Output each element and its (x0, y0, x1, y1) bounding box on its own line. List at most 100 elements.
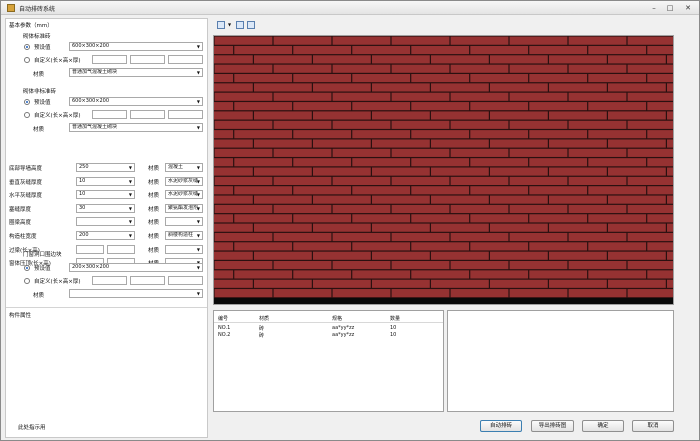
brick (352, 214, 411, 223)
export-button[interactable]: 导出排砖图 (531, 420, 574, 432)
param-value-select[interactable]: 10 ▼ (76, 176, 135, 186)
brick (214, 279, 253, 288)
brick (234, 74, 293, 83)
ok-button[interactable]: 确定 (582, 420, 624, 432)
brick (214, 214, 234, 223)
group2-height-input[interactable] (130, 110, 165, 119)
cancel-button[interactable]: 取消 (632, 420, 674, 432)
dropdown-arrow-icon[interactable]: ▼ (228, 22, 231, 27)
param-material-select[interactable]: 斜楼构造柱 ▼ (165, 231, 203, 240)
table-cell: 砖 (259, 326, 265, 332)
brick (431, 167, 489, 176)
brick (627, 120, 673, 129)
group2-material-select[interactable]: 普通加气混凝土砌块 ▼ (69, 123, 203, 132)
brick (254, 279, 312, 288)
brick (313, 195, 371, 204)
param-material-select[interactable]: 水泥砂浆灰缝 ▼ (165, 190, 203, 200)
group1-preset-select[interactable]: 600×300×200 ▼ (69, 42, 203, 51)
brick (509, 289, 568, 298)
group2-thickness-input[interactable] (168, 110, 203, 119)
brick (214, 55, 253, 64)
param-length-input[interactable] (76, 244, 104, 254)
brick (332, 36, 391, 45)
brick (470, 186, 529, 195)
brick (431, 139, 489, 148)
auto-layout-button[interactable]: 自动排砖 (480, 420, 522, 432)
group2-length-input[interactable] (92, 110, 127, 119)
brick (391, 92, 450, 101)
table-header-cell[interactable]: 数量 (390, 315, 400, 322)
param-material-select[interactable]: 水泥砂浆灰缝 ▼ (165, 176, 203, 186)
brick (490, 55, 548, 64)
brick (411, 186, 470, 195)
param-material-select[interactable]: 聚氨酯发泡剂 ▼ (165, 203, 203, 213)
component-table[interactable]: 编号 材质 规格 数量 NO.1 砖 aa*yy*zz 10 NO.2 砖 aa*yy*zz 10 (213, 310, 444, 412)
group2-preset-label: 预设值 (34, 100, 51, 106)
group3-height-input[interactable] (130, 276, 165, 285)
brick (352, 74, 411, 83)
param-value-select[interactable]: ▼ (76, 217, 135, 227)
group1-custom-label: 自定义(长×高×厚) (34, 58, 81, 64)
print-icon[interactable] (247, 21, 255, 29)
param-material-select[interactable]: 混凝土 ▼ (165, 163, 203, 172)
group1-height-input[interactable] (130, 55, 165, 64)
table-cell: 砖 (259, 333, 265, 339)
group2-title: 砌体非标准砖 (23, 89, 57, 95)
group3-material-select[interactable]: ▼ (69, 289, 203, 298)
table-header-cell[interactable]: 编号 (218, 315, 228, 322)
table-header-cell[interactable]: 规格 (332, 315, 342, 322)
close-icon[interactable]: ✕ (681, 3, 695, 13)
group1-preset-radio[interactable] (24, 44, 30, 50)
brick-wall (214, 36, 673, 304)
param-value-select[interactable]: 200 ▼ (76, 231, 135, 240)
param-height-input[interactable] (107, 244, 135, 254)
brick (214, 92, 273, 101)
brick (608, 167, 666, 176)
group1-material-select[interactable]: 普通加气混凝土砌块 ▼ (69, 68, 203, 77)
param-material-label: 材质 (148, 166, 160, 172)
brick (391, 120, 450, 129)
group1-length-input[interactable] (92, 55, 127, 64)
image-icon[interactable] (217, 21, 225, 29)
group2-preset-select[interactable]: 600×300×200 ▼ (69, 97, 203, 106)
brick (509, 204, 568, 214)
maximize-icon[interactable]: □ (663, 3, 677, 13)
group3-title: 门窗洞口围边块 (23, 252, 62, 258)
brick (608, 223, 666, 232)
brick (411, 102, 470, 111)
group3-length-input[interactable] (92, 276, 127, 285)
group3-preset-radio[interactable] (24, 265, 30, 271)
brick (214, 176, 273, 185)
group3-thickness-input[interactable] (168, 276, 203, 285)
param-value-select[interactable]: 250 ▼ (76, 163, 135, 172)
brick (647, 186, 673, 195)
group1-thickness-input[interactable] (168, 55, 203, 64)
brick (647, 74, 673, 83)
brick (254, 139, 312, 148)
brick (627, 289, 673, 298)
param-value-select[interactable]: 10 ▼ (76, 190, 135, 200)
parameter-panel: 基本参数（mm） 砌体标准砖 预设值 600×300×200 ▼ 自定义(长×高×… (5, 18, 208, 438)
brick (313, 139, 371, 148)
brick (529, 186, 588, 195)
param-material-select[interactable]: ▼ (165, 244, 203, 254)
brick (411, 130, 470, 139)
group2-custom-radio[interactable] (24, 112, 30, 118)
param-material-select[interactable]: ▼ (165, 217, 203, 227)
group2-preset-radio[interactable] (24, 99, 30, 105)
group3-custom-radio[interactable] (24, 278, 30, 284)
brick (667, 83, 673, 92)
minimize-icon[interactable]: – (647, 3, 661, 13)
group3-preset-select[interactable]: 200×300×200 ▼ (69, 263, 203, 272)
brick (608, 111, 666, 120)
brick (627, 176, 673, 185)
brick (214, 261, 273, 270)
group1-custom-radio[interactable] (24, 57, 30, 63)
brick (627, 148, 673, 157)
brick-canvas[interactable] (213, 35, 674, 305)
brick (293, 130, 352, 139)
param-value-select[interactable]: 30 ▼ (76, 203, 135, 213)
table-header-cell[interactable]: 材质 (259, 315, 269, 322)
brick (568, 92, 627, 101)
save-icon[interactable] (236, 21, 244, 29)
